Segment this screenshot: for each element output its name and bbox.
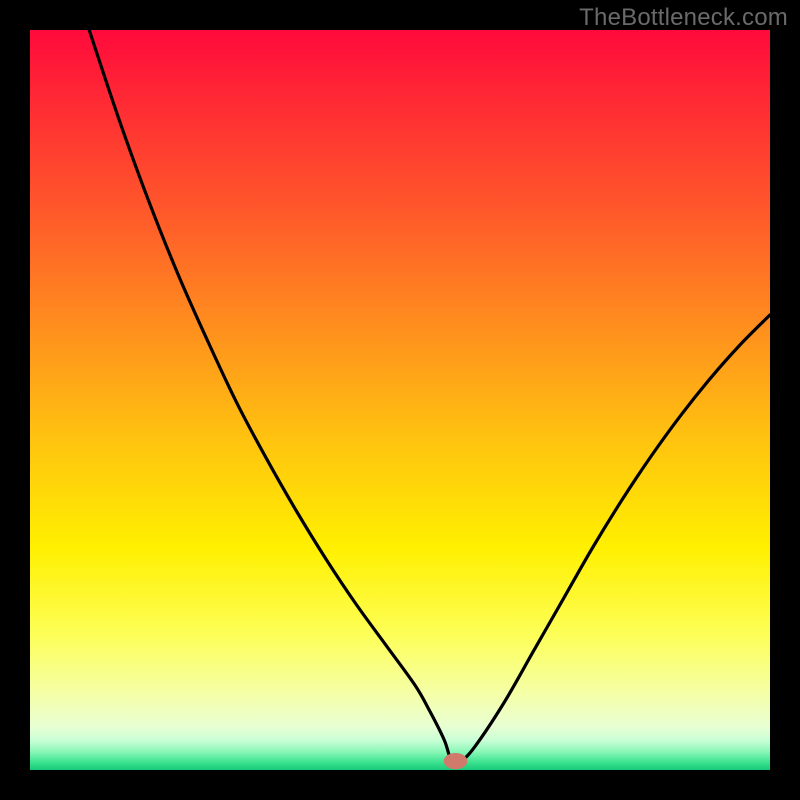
bottleneck-chart (0, 0, 800, 800)
gradient-background (30, 30, 770, 770)
chart-frame: TheBottleneck.com (0, 0, 800, 800)
optimal-point-marker (444, 753, 468, 769)
